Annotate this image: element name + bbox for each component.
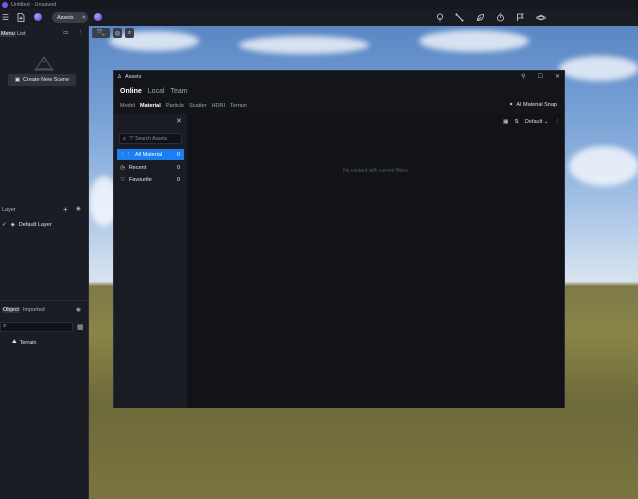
pin-icon[interactable]: ⚲ — [521, 73, 525, 80]
assets-content: ▦ ⇅ Default ⌄ ⋮ No content with current … — [187, 114, 564, 408]
clock-icon: ◷ — [120, 164, 125, 171]
search-icon: ⌕ — [123, 135, 126, 142]
layer-name: Default Layer — [18, 222, 52, 228]
assets-window-title: Assets — [124, 73, 142, 80]
close-icon[interactable]: ✕ — [555, 73, 560, 80]
assets-sidebar: ✕ ⌕ "/" Search Assets ⋮⋮ All Material 0 … — [114, 114, 187, 408]
search-icon: ⌕ — [3, 323, 7, 329]
planet-icon[interactable] — [535, 12, 546, 23]
title-bar: Untitled - Unsaved — [0, 0, 638, 9]
sort-dropdown[interactable]: Default ⌄ — [525, 119, 549, 125]
add-layer-icon[interactable]: + — [63, 205, 68, 214]
collapse-sidebar-icon[interactable]: ✕ — [176, 117, 182, 125]
object-name: Terrain — [19, 339, 37, 346]
visibility-icon[interactable]: ◉ — [76, 307, 81, 313]
nav-count: 0 — [176, 176, 180, 183]
sparkle-icon: ✦ — [508, 102, 514, 108]
grid-view-icon[interactable]: ▦ — [503, 119, 508, 125]
left-panel: Menu List ▭ ⋮ ▣ Create New Scene Layer +… — [0, 26, 89, 499]
app-logo-icon — [2, 1, 8, 8]
empty-scene-icon — [33, 55, 55, 71]
object-search-input[interactable]: ⌕ — [0, 322, 73, 332]
panel-tabs: Menu List ▭ ⋮ — [0, 30, 89, 39]
nav-count: 0 — [176, 164, 180, 171]
terrain-icon: ⛰ — [12, 339, 17, 345]
assets-button[interactable]: Assets ✧ — [52, 12, 88, 23]
create-scene-label: Create New Scene — [23, 77, 70, 83]
section-divider — [0, 300, 89, 301]
scene-icon: ▣ — [14, 77, 21, 83]
tab-online[interactable]: Online — [120, 88, 142, 95]
more-options-icon[interactable]: ⋮ — [555, 119, 561, 125]
assets-label: Assets — [57, 14, 74, 21]
tab-particle[interactable]: Particle — [166, 103, 184, 109]
nav-recent[interactable]: ◷ Recent 0 — [117, 162, 184, 173]
hamburger-icon[interactable]: ☰ — [0, 12, 11, 23]
window-title: Untitled - Unsaved — [11, 1, 57, 8]
tab-menu[interactable]: Menu — [0, 31, 16, 37]
assets-titlebar: ♙ Assets — [114, 71, 564, 82]
nav-label: All Material — [135, 151, 163, 158]
nav-all-material[interactable]: ⋮⋮ All Material 0 — [117, 149, 184, 160]
target-icon[interactable]: ◎ — [113, 28, 122, 38]
more-icon[interactable]: ⋮ — [78, 30, 84, 36]
layer-item[interactable]: ✓ ◈ Default Layer — [2, 222, 52, 228]
flag-icon[interactable] — [515, 12, 526, 23]
maximize-icon[interactable]: ☐ — [538, 73, 543, 80]
assets-window: ♙ Assets ⚲ ☐ ✕ Online Local Team Model M… — [113, 70, 565, 408]
grid-view-icon[interactable]: ▦ — [77, 323, 84, 331]
tab-scatter[interactable]: Scatter — [189, 103, 206, 109]
nav-count: 0 — [176, 151, 180, 158]
empty-state-text: No content with current filters — [343, 168, 408, 174]
tab-local[interactable]: Local — [148, 88, 165, 95]
sort-label: Default — [524, 119, 543, 125]
category-tabs: Model Material Particle Scatter HDRI Ter… — [120, 103, 247, 109]
tab-team[interactable]: Team — [171, 88, 188, 95]
tab-material[interactable]: Material — [140, 103, 161, 109]
tab-model[interactable]: Model — [120, 103, 135, 109]
ai-material-snap-button[interactable]: ✦ AI Material Snap — [509, 102, 557, 108]
chevron-down-icon: ⌄ — [543, 119, 549, 125]
screen-icon[interactable]: ▭ — [63, 30, 68, 36]
search-placeholder: "/" Search Assets — [128, 135, 168, 142]
grid-icon: ⋮⋮ — [120, 151, 131, 158]
new-file-icon[interactable] — [15, 12, 26, 23]
source-tabs: Online Local Team — [120, 88, 188, 95]
create-new-scene-button[interactable]: ▣ Create New Scene — [8, 74, 76, 86]
layer-header: Layer — [2, 207, 16, 213]
check-icon: ✓ — [2, 222, 7, 228]
content-controls: ▦ ⇅ Default ⌄ ⋮ — [503, 119, 560, 125]
top-toolbar: ☰ Assets ✧ — [0, 9, 638, 26]
brand-orb-icon[interactable] — [34, 13, 42, 21]
magic-wand-icon: ✧ — [81, 14, 87, 21]
nav-favourite[interactable]: ♡ Favourite 0 — [117, 174, 184, 185]
tab-imported[interactable]: Imported — [23, 307, 45, 313]
assets-window-icon: ♙ — [117, 73, 122, 80]
ai-orb-icon[interactable] — [94, 13, 102, 21]
transform-mode-button[interactable]: ⤧⌄ — [92, 28, 110, 38]
timer-icon[interactable] — [495, 12, 506, 23]
tab-hdri[interactable]: HDRI — [212, 103, 225, 109]
line-tool-icon[interactable] — [454, 12, 465, 23]
heart-icon: ♡ — [120, 176, 125, 183]
ai-snap-label: AI Material Snap — [516, 102, 557, 108]
nav-label: Recent — [128, 164, 147, 171]
leaf-icon[interactable] — [475, 12, 486, 23]
tab-list[interactable]: List — [17, 31, 26, 37]
sort-icon: ⇅ — [514, 119, 519, 125]
asset-search-input[interactable]: ⌕ "/" Search Assets — [119, 133, 182, 144]
layers-icon: ◈ — [10, 222, 15, 228]
nav-label: Favourite — [128, 176, 152, 183]
tab-object[interactable]: Object — [2, 307, 20, 313]
lightbulb-icon[interactable] — [434, 12, 445, 23]
object-item[interactable]: ⛰ Terrain — [12, 339, 36, 346]
zoom-icon[interactable]: ⌕ — [125, 28, 134, 38]
eye-icon[interactable]: ◉ — [76, 206, 81, 212]
tab-terrain[interactable]: Terrain — [230, 103, 247, 109]
window-controls: ⚲ ☐ ✕ — [521, 73, 560, 80]
